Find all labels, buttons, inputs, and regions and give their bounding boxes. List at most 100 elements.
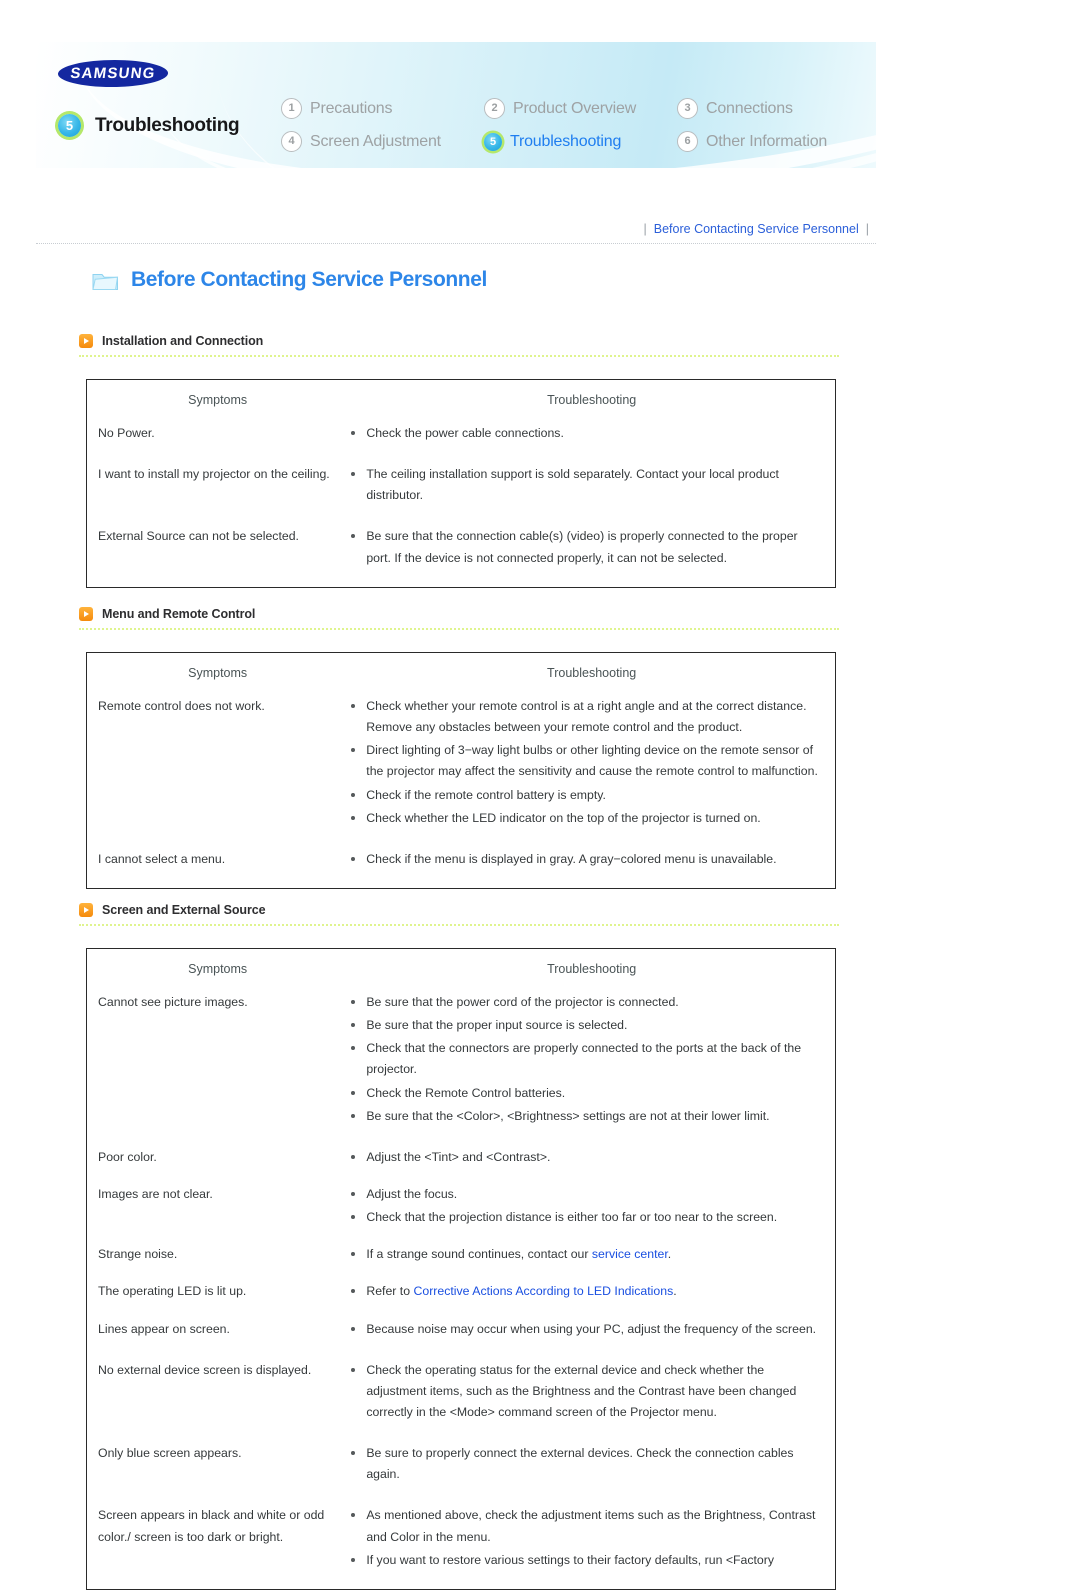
- section-title-label: Menu and Remote Control: [102, 607, 256, 621]
- section-header: Installation and Connection: [79, 334, 839, 355]
- table-row: I want to install my projector on the ce…: [87, 464, 836, 526]
- fix-list: Check the operating status for the exter…: [348, 1360, 835, 1423]
- nav-item-label: Screen Adjustment: [310, 132, 441, 150]
- nav-item-connections[interactable]: 3 Connections: [677, 98, 876, 119]
- symptom-cell: I cannot select a menu.: [98, 851, 226, 866]
- fix-text-suffix: .: [667, 1247, 672, 1262]
- breadcrumb: | Before Contacting Service Personnel |: [36, 222, 876, 244]
- fix-list: Be sure that the connection cable(s) (vi…: [348, 526, 835, 568]
- service-center-link[interactable]: service center: [592, 1247, 668, 1261]
- section-divider: [79, 628, 839, 630]
- fix-item: Check that the projection distance is ei…: [348, 1207, 821, 1228]
- table-row: Poor color. Adjust the <Tint> and <Contr…: [87, 1147, 836, 1184]
- page-header: SAMSUNG 5 Troubleshooting 1 Precautions …: [36, 42, 876, 168]
- symptom-cell: Remote control does not work.: [98, 699, 265, 713]
- nav-number-icon: 4: [281, 131, 302, 152]
- symptom-cell: Strange noise.: [98, 1247, 178, 1262]
- fix-list: The ceiling installation support is sold…: [348, 464, 835, 506]
- symptom-cell: Screen appears in black and white or odd…: [98, 1508, 325, 1544]
- fix-list: Check whether your remote control is at …: [348, 696, 835, 829]
- arrow-right-icon: [79, 607, 93, 621]
- fix-item: Adjust the focus.: [348, 1184, 821, 1205]
- symptom-cell: The operating LED is lit up.: [98, 1284, 247, 1299]
- fix-item: Be sure that the proper input source is …: [348, 1015, 821, 1036]
- nav-number-icon: 5: [484, 132, 502, 151]
- fix-list: Adjust the focus. Check that the project…: [348, 1184, 835, 1228]
- fix-list: Refer to Corrective Actions According to…: [348, 1281, 835, 1302]
- column-header-troubleshooting: Troubleshooting: [547, 666, 637, 680]
- fix-item: If a strange sound continues, contact ou…: [348, 1244, 821, 1265]
- fix-text-prefix: Refer to: [366, 1284, 414, 1299]
- troubleshooting-table: Symptoms Troubleshooting No Power. Check…: [86, 379, 836, 588]
- table-row: Only blue screen appears. Be sure to pro…: [87, 1443, 836, 1505]
- symptom-cell: Poor color.: [98, 1149, 157, 1164]
- fix-item: The ceiling installation support is sold…: [348, 464, 821, 506]
- symptom-cell: Cannot see picture images.: [98, 995, 248, 1009]
- fix-list: Because noise may occur when using your …: [348, 1319, 835, 1340]
- section-menu-and-remote-control: Menu and Remote Control Symptoms Trouble…: [79, 607, 839, 889]
- troubleshooting-table: Symptoms Troubleshooting Remote control …: [86, 652, 836, 889]
- table-row: No Power. Check the power cable connecti…: [87, 423, 836, 464]
- symptom-cell: No Power.: [98, 426, 155, 440]
- symptom-cell: No external device screen is displayed.: [98, 1362, 312, 1377]
- nav-item-troubleshooting[interactable]: 5 Troubleshooting: [484, 132, 677, 151]
- section-screen-and-external-source: Screen and External Source Symptoms Trou…: [79, 903, 839, 1590]
- symptom-cell: Only blue screen appears.: [98, 1446, 242, 1461]
- nav-number-icon: 3: [677, 98, 698, 119]
- fix-item: Because noise may occur when using your …: [348, 1319, 821, 1340]
- folder-icon: [92, 270, 119, 291]
- troubleshooting-cell: The ceiling installation support is sold…: [348, 464, 835, 526]
- nav-item-screen-adjustment[interactable]: 4 Screen Adjustment: [281, 131, 484, 152]
- troubleshooting-table: Symptoms Troubleshooting Cannot see pict…: [86, 948, 836, 1590]
- fix-item: Check if the menu is displayed in gray. …: [348, 849, 821, 870]
- column-header-symptoms: Symptoms: [188, 962, 248, 976]
- nav-item-other-information[interactable]: 6 Other Information: [677, 131, 876, 152]
- column-header-troubleshooting: Troubleshooting: [547, 962, 637, 976]
- troubleshooting-cell: Check the power cable connections.: [348, 423, 835, 464]
- fix-item: Check the operating status for the exter…: [348, 1360, 821, 1423]
- table-row: Strange noise. If a strange sound contin…: [87, 1244, 836, 1281]
- breadcrumb-divider: [36, 243, 876, 244]
- table-row: The operating LED is lit up. Refer to Co…: [87, 1281, 836, 1318]
- fix-item: Check if the remote control battery is e…: [348, 785, 821, 806]
- troubleshooting-cell: Be sure that the connection cable(s) (vi…: [348, 526, 835, 587]
- table-row: Cannot see picture images. Be sure that …: [87, 992, 836, 1147]
- column-header-symptoms: Symptoms: [188, 393, 248, 407]
- section-title-label: Installation and Connection: [102, 334, 264, 348]
- section-divider: [79, 924, 839, 926]
- symptom-cell: Lines appear on screen.: [98, 1321, 230, 1336]
- troubleshooting-cell: Refer to Corrective Actions According to…: [348, 1281, 835, 1318]
- column-header-symptoms: Symptoms: [188, 666, 248, 680]
- fix-list: Check if the menu is displayed in gray. …: [348, 849, 835, 870]
- fix-list: Adjust the <Tint> and <Contrast>.: [348, 1147, 835, 1168]
- fix-item: Check the power cable connections.: [348, 423, 821, 444]
- table-row: Images are not clear. Adjust the focus. …: [87, 1184, 836, 1244]
- arrow-right-icon: [79, 334, 93, 348]
- breadcrumb-separator-right: |: [865, 222, 869, 236]
- fix-list: Be sure to properly connect the external…: [348, 1443, 835, 1485]
- breadcrumb-current-link[interactable]: Before Contacting Service Personnel: [654, 222, 859, 236]
- section-installation-and-connection: Installation and Connection Symptoms Tro…: [79, 334, 839, 588]
- nav-number-icon: 6: [677, 131, 698, 152]
- fix-item: If you want to restore various settings …: [348, 1550, 821, 1571]
- table-header-row: Symptoms Troubleshooting: [87, 653, 836, 697]
- troubleshooting-cell: If a strange sound continues, contact ou…: [348, 1244, 835, 1281]
- fix-item: Check that the connectors are properly c…: [348, 1038, 821, 1080]
- section-title-heading: Troubleshooting: [95, 114, 240, 136]
- nav-item-product-overview[interactable]: 2 Product Overview: [484, 98, 677, 119]
- fix-text-suffix: .: [673, 1284, 677, 1299]
- fix-item: Be sure that the <Color>, <Brightness> s…: [348, 1106, 821, 1127]
- symptom-cell: I want to install my projector on the ce…: [98, 467, 330, 482]
- fix-list: Be sure that the power cord of the proje…: [348, 992, 835, 1127]
- table-header-row: Symptoms Troubleshooting: [87, 949, 836, 993]
- fix-item: Direct lighting of 3−way light bulbs or …: [348, 740, 821, 782]
- fix-item: Be sure to properly connect the external…: [348, 1443, 821, 1485]
- table-row: No external device screen is displayed. …: [87, 1360, 836, 1443]
- fix-text-prefix: If a strange sound continues, contact ou…: [366, 1247, 592, 1262]
- led-indications-link[interactable]: Corrective Actions According to LED Indi…: [413, 1284, 673, 1298]
- troubleshooting-cell: Be sure that the power cord of the proje…: [348, 992, 835, 1147]
- fix-item: Be sure that the connection cable(s) (vi…: [348, 526, 821, 568]
- nav-item-precautions[interactable]: 1 Precautions: [281, 98, 484, 119]
- symptom-cell: External Source can not be selected.: [98, 529, 299, 544]
- troubleshooting-cell: Adjust the focus. Check that the project…: [348, 1184, 835, 1244]
